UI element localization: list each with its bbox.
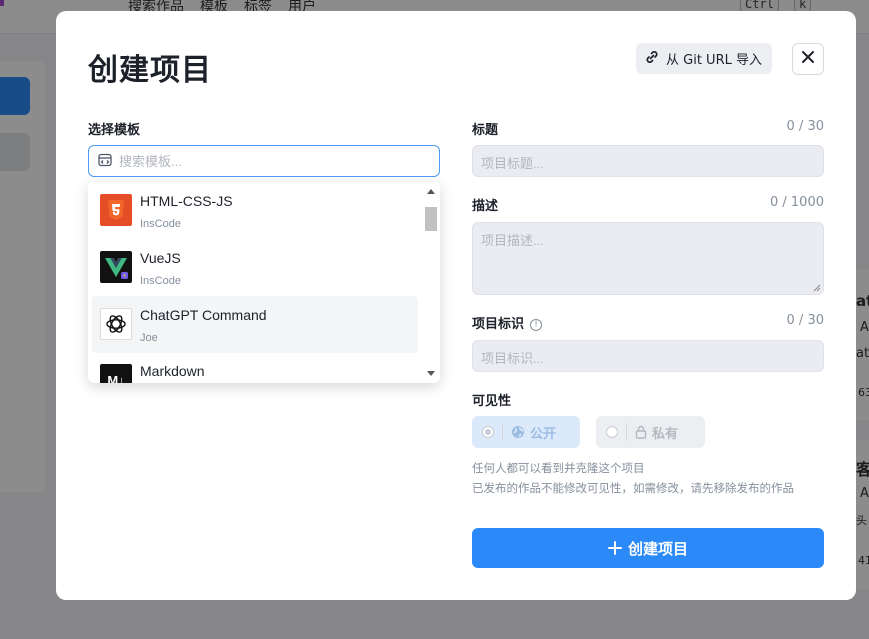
project-id-label-text: 项目标识 xyxy=(472,317,525,332)
visibility-private-option[interactable]: 私有 xyxy=(596,416,705,448)
visibility-public-option[interactable]: 公开 xyxy=(472,416,580,448)
import-from-git-label: 从 Git URL 导入 xyxy=(666,53,762,68)
title-input[interactable]: 项目标题... xyxy=(472,145,824,177)
template-option-vuejs[interactable]: VueJS InsCode xyxy=(92,239,418,296)
project-id-input[interactable]: 项目标识... xyxy=(472,340,824,372)
visibility-label: 可见性 xyxy=(472,394,512,409)
description-counter: 0 / 1000 xyxy=(770,195,824,210)
create-project-label: 创建项目 xyxy=(627,539,688,558)
create-project-dialog: 创建项目 从 Git URL 导入 选择模板 搜索模板... HTML-CSS-… xyxy=(56,11,856,600)
scrollbar-thumb[interactable] xyxy=(425,207,437,231)
template-name: HTML-CSS-JS xyxy=(140,193,233,209)
create-project-button[interactable]: 创建项目 xyxy=(472,528,824,568)
resize-handle-icon[interactable] xyxy=(813,284,821,292)
visibility-hint-1: 任何人都可以看到并克隆这个项目 xyxy=(472,463,645,475)
template-name: Markdown xyxy=(140,363,205,379)
close-icon xyxy=(800,49,816,69)
template-author: InsCode xyxy=(140,218,181,230)
scroll-up-arrow-icon[interactable] xyxy=(427,189,435,194)
import-from-git-button[interactable]: 从 Git URL 导入 xyxy=(636,43,772,74)
markdown-icon: M↓ xyxy=(100,364,132,383)
lock-icon xyxy=(635,425,647,439)
template-option-chatgpt-command[interactable]: ChatGPT Command Joe xyxy=(92,296,418,353)
template-option-markdown[interactable]: M↓ Markdown xyxy=(92,352,418,383)
link-icon xyxy=(644,49,660,69)
template-label: 选择模板 xyxy=(88,123,141,138)
template-author: InsCode xyxy=(140,275,181,287)
html5-icon xyxy=(100,194,132,226)
info-icon[interactable]: ! xyxy=(530,318,543,331)
template-name: ChatGPT Command xyxy=(140,307,267,323)
private-label: 私有 xyxy=(652,426,679,442)
project-id-label: 项目标识! xyxy=(472,313,543,332)
close-button[interactable] xyxy=(792,43,824,75)
dialog-title: 创建项目 xyxy=(88,53,212,88)
openai-icon xyxy=(100,308,132,340)
template-name: VueJS xyxy=(140,250,181,266)
dropdown-scrollbar[interactable] xyxy=(422,182,440,383)
visibility-hint-2: 已发布的作品不能修改可见性，如需修改，请先移除发布的作品 xyxy=(472,483,794,495)
description-label: 描述 xyxy=(472,199,499,214)
project-id-counter: 0 / 30 xyxy=(786,313,824,328)
description-textarea[interactable]: 项目描述... xyxy=(472,222,824,295)
private-radio[interactable] xyxy=(606,426,618,438)
template-option-html-css-js[interactable]: HTML-CSS-JS InsCode xyxy=(92,182,418,239)
divider xyxy=(626,423,627,441)
vuejs-icon xyxy=(100,251,132,283)
template-search[interactable] xyxy=(88,145,440,177)
template-dropdown: HTML-CSS-JS InsCode VueJS InsCode ChatGP… xyxy=(88,182,440,383)
title-label: 标题 xyxy=(472,123,499,138)
template-icon xyxy=(98,152,112,171)
title-counter: 0 / 30 xyxy=(786,119,824,134)
template-search-input[interactable] xyxy=(119,153,419,169)
scroll-down-arrow-icon[interactable] xyxy=(427,371,435,376)
divider xyxy=(502,423,503,441)
template-author: Joe xyxy=(140,332,158,344)
globe-icon xyxy=(511,425,525,439)
public-radio[interactable] xyxy=(482,426,494,438)
plus-icon xyxy=(607,541,622,555)
description-placeholder: 项目描述... xyxy=(481,233,544,248)
public-label: 公开 xyxy=(530,426,557,442)
